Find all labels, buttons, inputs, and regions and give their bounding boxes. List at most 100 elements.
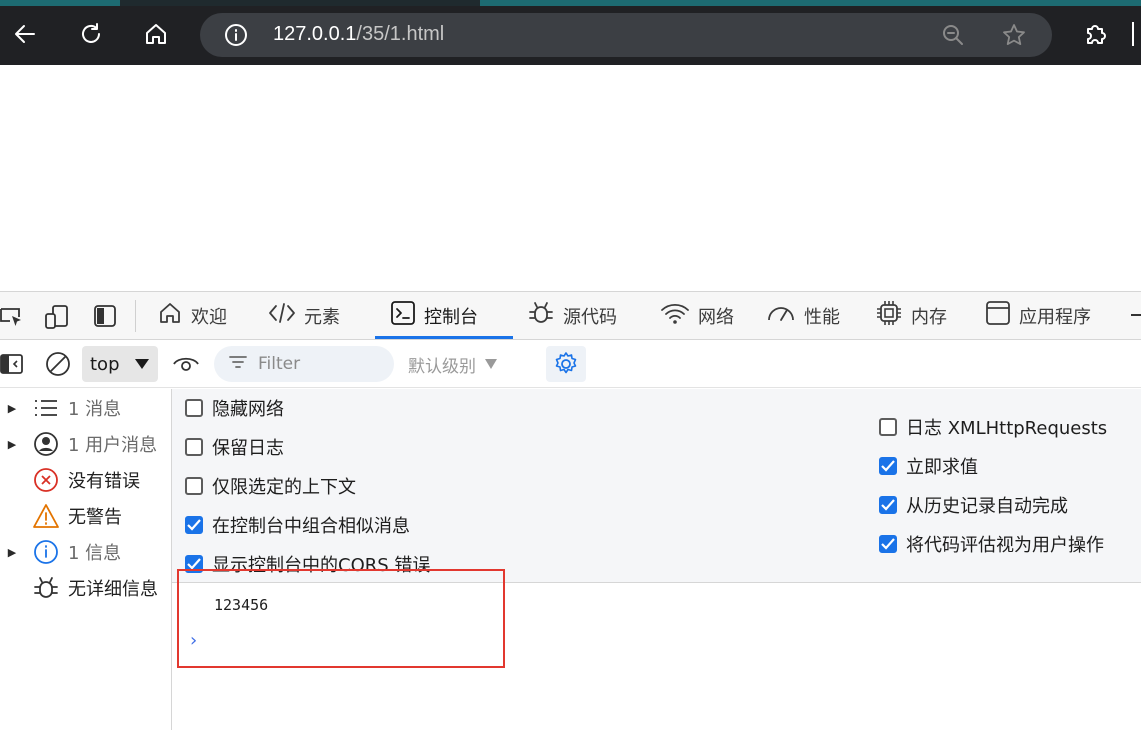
bug-icon [24,574,68,602]
user-icon [24,431,68,457]
extensions-icon[interactable] [1075,14,1115,54]
tab-console-label: 控制台 [424,306,478,328]
url-text[interactable]: 127.0.0.1/35/1.html [273,23,444,46]
sidebar-label-warnings: 无警告 [68,507,122,528]
inspect-element-icon[interactable] [0,305,24,333]
reload-icon[interactable] [71,14,111,54]
checkbox-hide-network[interactable] [185,399,203,417]
filter-placeholder: Filter [258,354,301,374]
checkbox-group-similar[interactable] [185,516,203,534]
tab-application-label: 应用程序 [1019,306,1091,328]
filter-icon [228,354,248,375]
caret-down-icon [134,354,150,375]
error-icon [24,467,68,493]
tab-elements-label: 元素 [304,306,340,328]
setting-label: 在控制台中组合相似消息 [212,516,410,537]
setting-label: 从历史记录自动完成 [906,496,1068,517]
bug-icon [527,299,555,332]
devtools-panel: 欢迎 元素 控制台 源代码 网络 性能 内存 应用程序 top Filter 默… [0,291,1141,730]
url-path: /35/1.html [356,23,445,45]
tab-performance[interactable]: 性能 [766,292,840,339]
gauge-icon [766,301,796,330]
wifi-icon [660,301,690,330]
setting-eager-evaluation[interactable]: 立即求值 [879,453,978,479]
filter-input[interactable]: Filter [214,346,394,382]
menu-edge-icon[interactable] [1132,22,1134,46]
log-levels-select[interactable]: 默认级别 [408,352,498,377]
tab-performance-label: 性能 [804,306,840,328]
tab-network[interactable]: 网络 [660,292,734,339]
log-levels-label: 默认级别 [408,357,476,377]
expand-arrow-icon[interactable]: ▶ [0,438,24,451]
list-icon [24,397,68,419]
setting-label: 立即求值 [906,457,978,478]
home-icon [157,300,183,331]
console-settings-gear-icon[interactable] [546,346,586,382]
sidebar-label-messages: 1 消息 [68,399,122,420]
clear-console-icon[interactable] [44,350,72,382]
checkbox-log-xhr[interactable] [879,418,897,436]
setting-label: 将代码评估视为用户操作 [906,535,1104,556]
setting-autocomplete-history[interactable]: 从历史记录自动完成 [879,492,1068,518]
chip-icon [875,299,903,332]
sidebar-item-info[interactable]: ▶ 1 信息 [0,534,172,570]
info-icon[interactable] [224,23,248,51]
tab-elements[interactable]: 元素 [268,292,340,339]
sidebar-label-info: 1 信息 [68,543,122,564]
console-toolbar: top Filter 默认级别 [0,340,1141,388]
expand-arrow-icon[interactable]: ▶ [0,546,24,559]
zoom-out-icon[interactable] [941,23,965,51]
tab-strip [0,0,1141,6]
highlight-annotation-box [177,569,505,668]
tab-sources-label: 源代码 [563,306,617,328]
browser-toolbar: 127.0.0.1/35/1.html [0,0,1141,65]
setting-label: 仅限选定的上下文 [212,477,356,498]
sidebar-label-user-messages: 1 用户消息 [68,435,158,456]
tab-memory[interactable]: 内存 [875,292,947,339]
setting-hide-network[interactable]: 隐藏网络 [185,395,284,421]
url-host: 127.0.0.1 [273,23,357,45]
context-select[interactable]: top [82,346,158,382]
tab-console[interactable]: 控制台 [375,292,513,339]
setting-group-similar[interactable]: 在控制台中组合相似消息 [185,512,410,538]
devtools-tabbar: 欢迎 元素 控制台 源代码 网络 性能 内存 应用程序 [0,292,1141,340]
setting-user-activation[interactable]: 将代码评估视为用户操作 [879,531,1104,557]
tab-sources[interactable]: 源代码 [527,292,617,339]
setting-preserve-log[interactable]: 保留日志 [185,434,284,460]
setting-log-xhr[interactable]: 日志 XMLHttpRequests [879,414,1107,440]
app-window-icon [985,300,1011,331]
sidebar-item-messages[interactable]: ▶ 1 消息 [0,390,172,426]
setting-selected-context-only[interactable]: 仅限选定的上下文 [185,473,356,499]
expand-arrow-icon[interactable]: ▶ [0,402,24,415]
favorite-star-icon[interactable] [1001,22,1027,52]
sidebar-item-warnings[interactable]: 无警告 [0,498,172,534]
dock-sidebar-icon[interactable] [93,304,117,332]
checkbox-user-activation[interactable] [879,535,897,553]
home-icon[interactable] [136,14,176,54]
info-icon [24,539,68,565]
caret-down-icon [484,355,498,375]
device-emulation-icon[interactable] [44,304,70,334]
address-bar[interactable]: 127.0.0.1/35/1.html [200,13,1052,57]
checkbox-preserve-log[interactable] [185,438,203,456]
console-sidebar: ▶ 1 消息 ▶ 1 用户消息 没有错误 无警告 ▶ 1 信息 无详细信息 [0,389,172,730]
tab-application[interactable]: 应用程序 [985,292,1091,339]
checkbox-autocomplete-history[interactable] [879,496,897,514]
checkbox-selected-context-only[interactable] [185,477,203,495]
setting-label: 保留日志 [212,438,284,459]
setting-label: 隐藏网络 [212,399,284,420]
sidebar-item-verbose[interactable]: 无详细信息 [0,570,172,606]
setting-label: 日志 XMLHttpRequests [906,418,1108,439]
sidebar-toggle-icon[interactable] [0,353,24,379]
more-tabs-icon[interactable] [1131,314,1141,316]
console-settings-pane: 隐藏网络 保留日志 仅限选定的上下文 在控制台中组合相似消息 显示控制台中的CO… [172,389,1141,583]
back-icon[interactable] [5,14,45,54]
sidebar-item-user-messages[interactable]: ▶ 1 用户消息 [0,426,172,462]
eye-icon[interactable] [172,352,200,380]
tab-welcome[interactable]: 欢迎 [157,292,227,339]
sidebar-item-errors[interactable]: 没有错误 [0,462,172,498]
context-value: top [90,353,120,375]
console-icon [390,300,416,331]
checkbox-eager-evaluation[interactable] [879,457,897,475]
tab-welcome-label: 欢迎 [191,306,227,328]
